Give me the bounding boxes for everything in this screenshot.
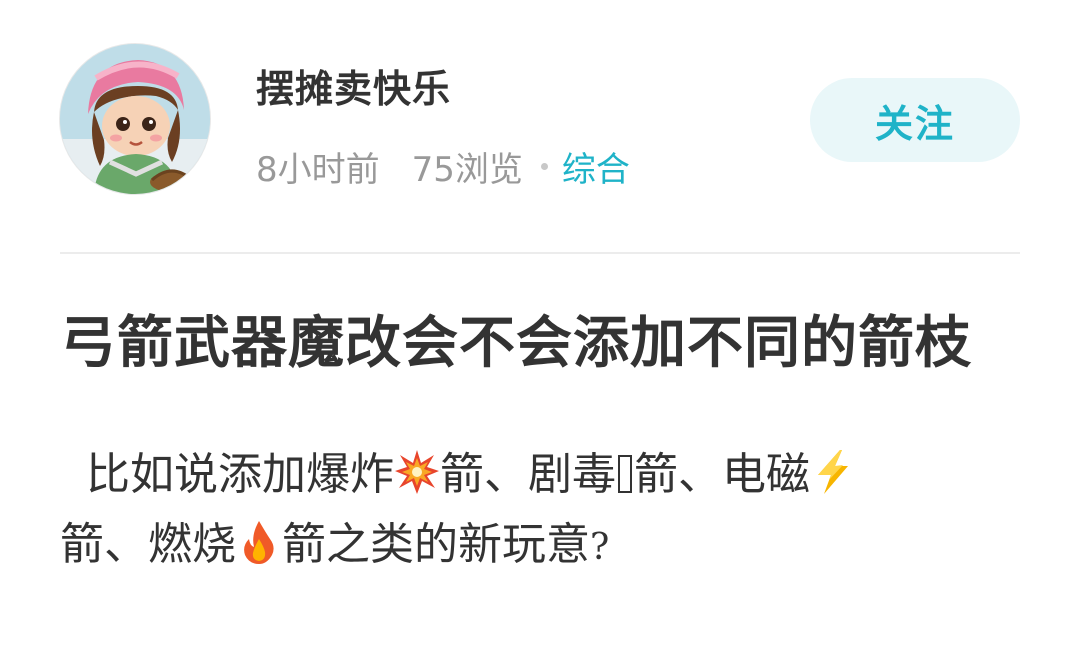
question-mark: ?: [590, 527, 610, 568]
body-seg-4: 箭、燃烧: [60, 519, 236, 570]
fire-icon: [236, 519, 282, 565]
body-seg-3: 箭、电磁: [634, 449, 810, 500]
author-name[interactable]: 摆摊卖快乐: [256, 58, 451, 113]
follow-button[interactable]: 关注: [810, 78, 1020, 162]
avatar-girl-icon: [60, 44, 210, 194]
body-seg-2: 箭、剧毒: [440, 449, 616, 500]
lightning-icon: [810, 449, 856, 495]
divider: [60, 252, 1020, 254]
body-seg-5: 箭之类的新玩意: [282, 519, 590, 570]
post-time: 8小时前: [256, 150, 380, 190]
post-meta: 8小时前 75浏览 综合: [256, 142, 630, 191]
view-count: 75浏览: [411, 150, 523, 190]
author-avatar[interactable]: [60, 44, 210, 194]
category-link[interactable]: 综合: [562, 142, 630, 191]
explosion-icon: [394, 449, 440, 495]
body-seg-1: 比如说添加爆炸: [86, 449, 394, 500]
post-header: 摆摊卖快乐 8小时前 75浏览 综合 关注: [0, 0, 1072, 220]
separator-dot-icon: [540, 163, 548, 170]
missing-glyph-icon: [618, 455, 632, 493]
post-body: 比如说添加爆炸 箭、剧毒 箭、电磁 箭、燃烧 箭之类的新玩意?: [60, 440, 1020, 583]
post-title: 弓箭武器魔改会不会添加不同的箭枝: [60, 311, 972, 376]
